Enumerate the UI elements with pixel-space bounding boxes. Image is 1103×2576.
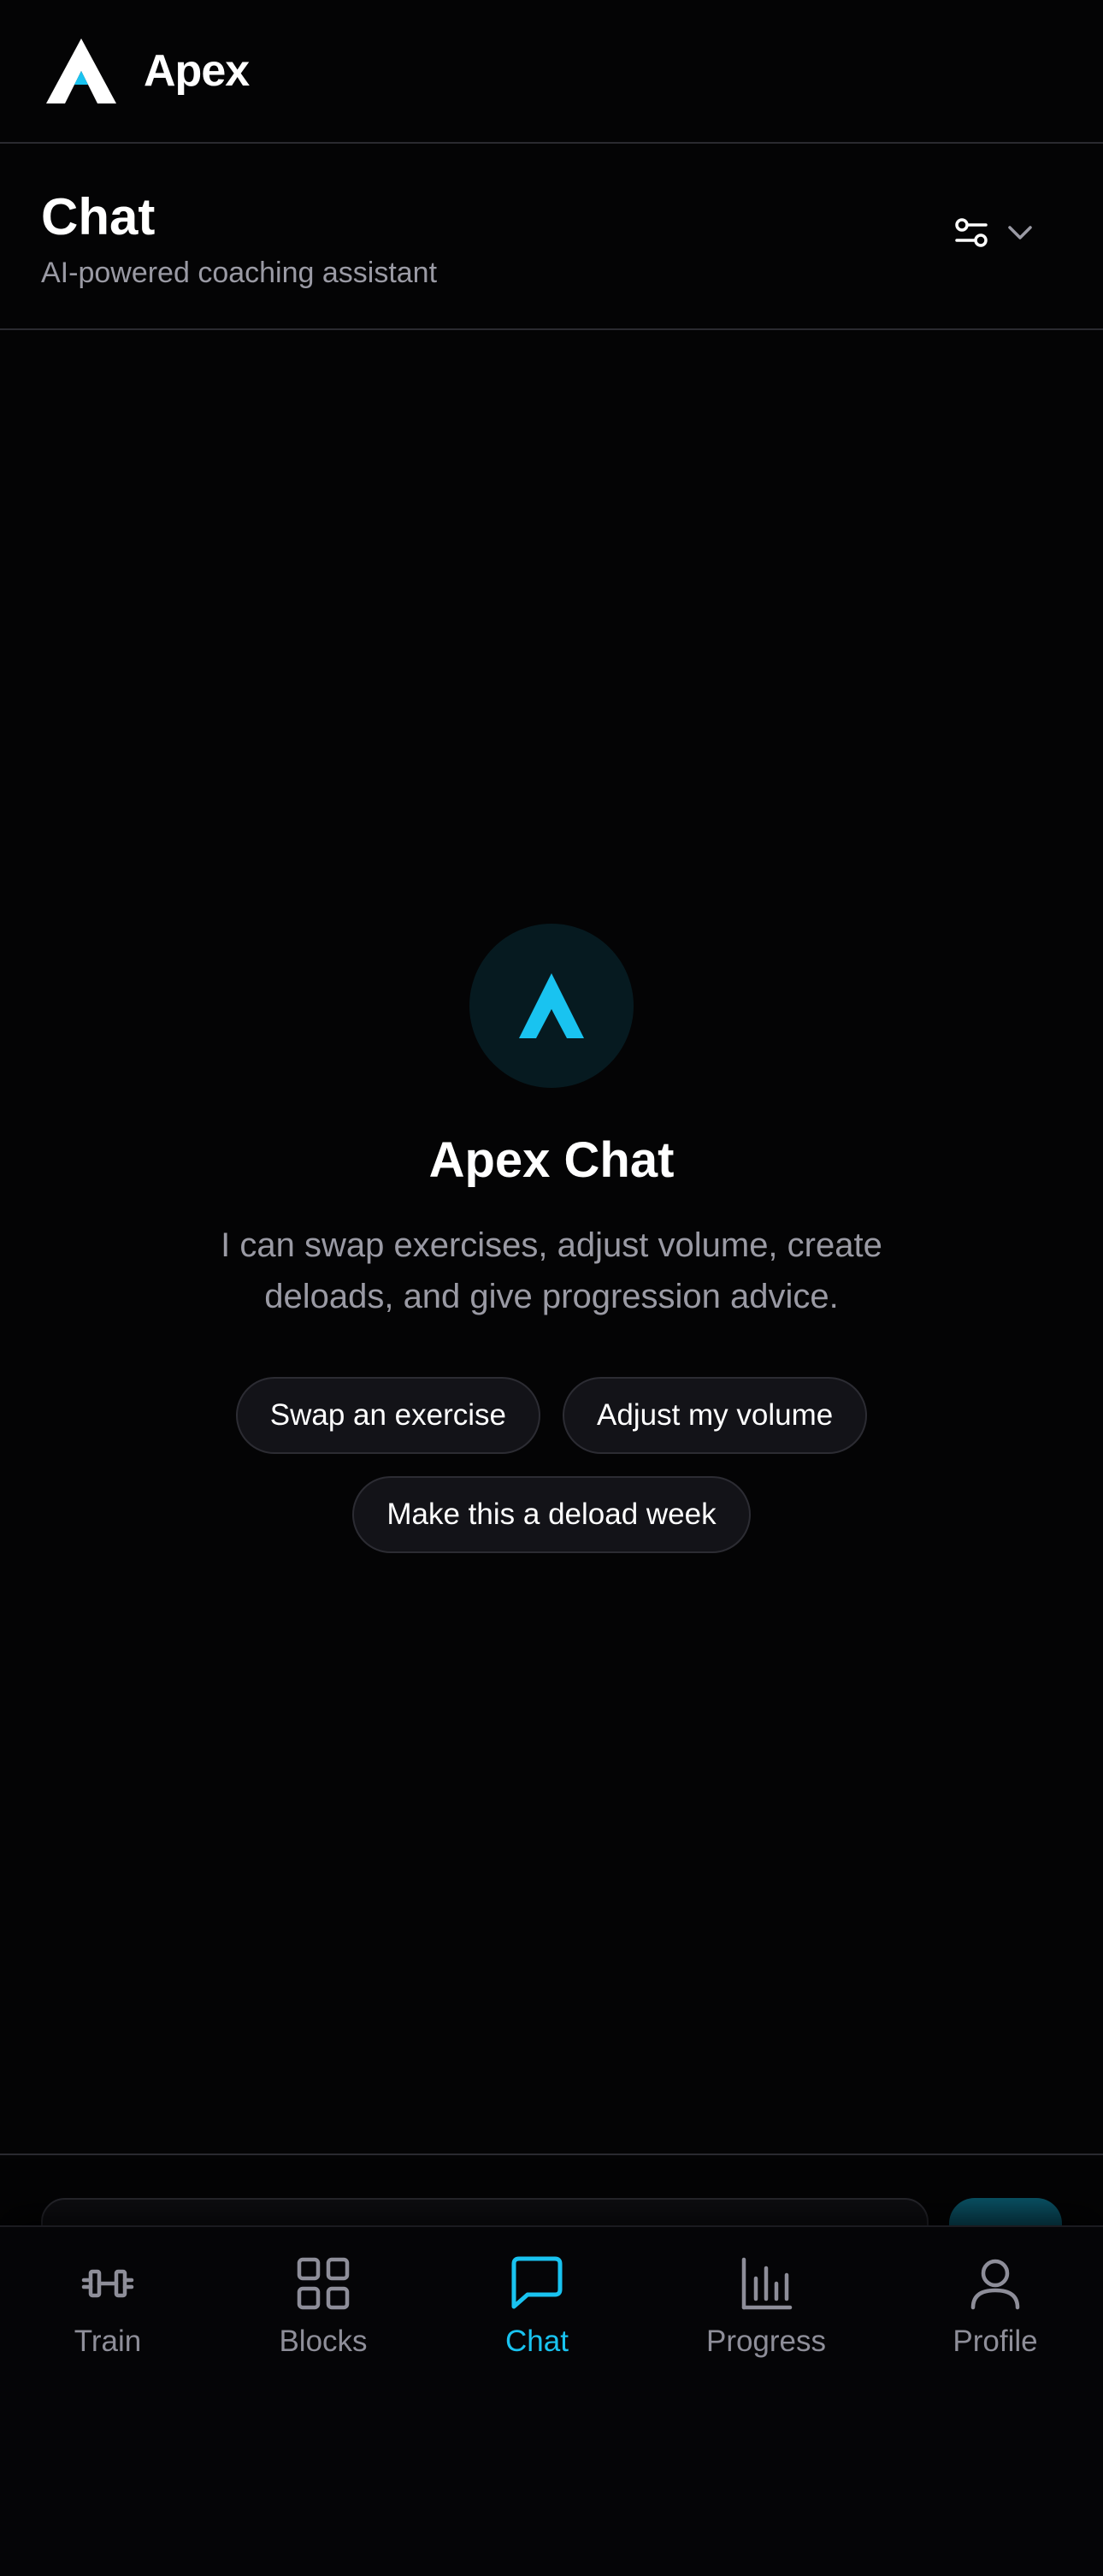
apex-logo-icon[interactable]	[46, 38, 116, 103]
tab-label: Train	[74, 2325, 142, 2358]
tab-train[interactable]: Train	[55, 2253, 161, 2381]
suggestion-chip-swap-exercise[interactable]: Swap an exercise	[235, 1377, 541, 1454]
user-icon	[964, 2253, 1026, 2314]
bottom-tab-bar: Train Blocks Chat Progress Profile	[0, 2225, 1103, 2576]
dumbbell-icon	[77, 2253, 139, 2314]
page-title: Chat	[41, 188, 156, 245]
grid-icon	[292, 2253, 354, 2314]
tab-label: Progress	[705, 2325, 827, 2358]
page-subtitle: AI-powered coaching assistant	[41, 257, 438, 289]
tab-progress[interactable]: Progress	[698, 2253, 835, 2381]
suggestion-chip-deload-week[interactable]: Make this a deload week	[352, 1476, 751, 1553]
suggestion-chips: Swap an exercise Adjust my volume Make t…	[167, 1377, 936, 1553]
tab-label: Profile	[953, 2325, 1038, 2358]
composer-divider	[0, 2154, 1103, 2155]
chat-bubble-icon	[506, 2253, 568, 2314]
tab-label: Chat	[505, 2325, 569, 2358]
suggestion-chip-adjust-volume[interactable]: Adjust my volume	[563, 1377, 868, 1454]
sliders-icon	[954, 216, 988, 254]
chat-empty-state: Apex Chat I can swap exercises, adjust v…	[0, 924, 1103, 1553]
tab-blocks[interactable]: Blocks	[270, 2253, 376, 2381]
page-header: Chat AI-powered coaching assistant	[0, 144, 1103, 330]
empty-state-title: Apex Chat	[428, 1132, 675, 1188]
tab-label: Blocks	[279, 2325, 368, 2358]
apex-logo-icon	[519, 973, 584, 1038]
tab-chat[interactable]: Chat	[484, 2253, 590, 2381]
chevron-down-icon	[1006, 218, 1035, 251]
app-bar: Apex	[0, 0, 1103, 144]
tab-profile[interactable]: Profile	[941, 2253, 1050, 2381]
bar-chart-icon	[735, 2253, 797, 2314]
empty-state-description: I can swap exercises, adjust volume, cre…	[221, 1226, 882, 1315]
assistant-avatar	[469, 924, 634, 1088]
app-name: Apex	[144, 46, 250, 96]
chat-settings-button[interactable]	[954, 216, 1035, 254]
